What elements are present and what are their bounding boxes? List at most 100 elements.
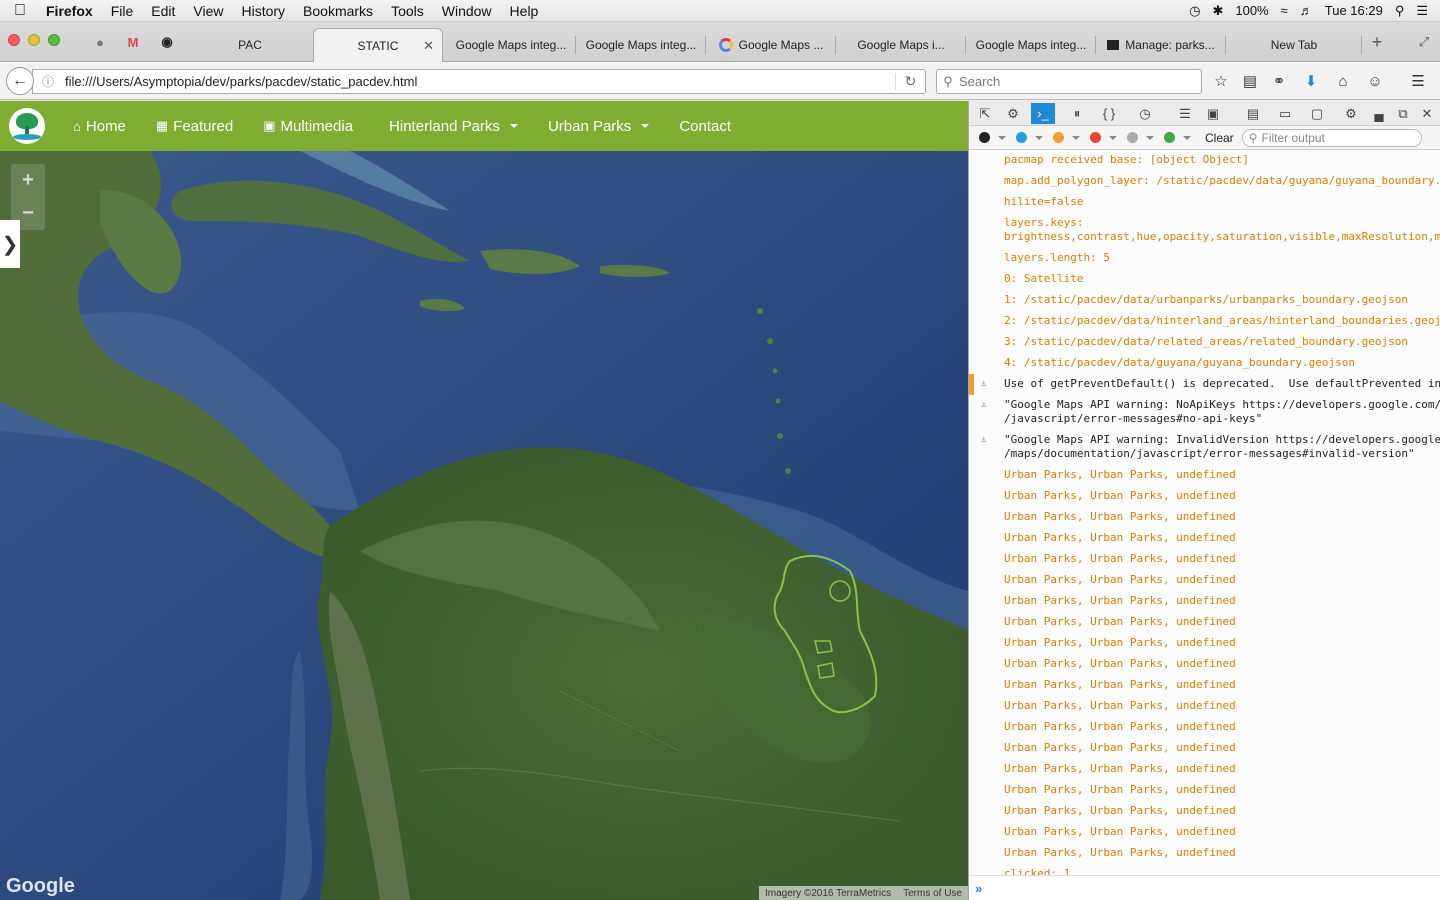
tab-google-maps-4[interactable]: Google Maps i...	[836, 28, 966, 62]
tab-manage-parks[interactable]: Manage: parks...	[1096, 28, 1226, 62]
console-line: Urban Parks, Urban Parks, undefined	[1004, 531, 1236, 544]
nav-hinterland-parks[interactable]: Hinterland Parks	[374, 118, 533, 135]
hello-icon[interactable]: ☺	[1365, 71, 1385, 91]
3d-view-icon[interactable]: ▭	[1273, 103, 1297, 124]
home-icon[interactable]: ⌂	[1333, 71, 1353, 91]
filter-css-icon[interactable]	[1016, 132, 1027, 143]
django-favicon-icon	[1107, 40, 1120, 50]
back-button[interactable]: ←	[6, 67, 34, 95]
close-window-button[interactable]	[8, 34, 20, 46]
wifi-icon[interactable]: ≈	[1281, 3, 1288, 18]
time-machine-icon[interactable]: ◷	[1189, 3, 1200, 19]
settings-gear-icon[interactable]: ⚙	[1339, 103, 1363, 124]
console-line: Urban Parks, Urban Parks, undefined	[1004, 720, 1236, 733]
console-line: Urban Parks, Urban Parks, undefined	[1004, 594, 1236, 607]
filter-output-input[interactable]: ⚲ Filter output	[1241, 128, 1422, 147]
url-bar[interactable]: ⓘ file:///Users/Asymptopia/dev/parks/pac…	[32, 69, 926, 94]
filter-net-icon[interactable]	[979, 132, 990, 143]
console-line: Urban Parks, Urban Parks, undefined	[1004, 825, 1236, 838]
nav-multimedia[interactable]: ▣ Multimedia	[248, 118, 368, 135]
pinned-tab-globe-icon[interactable]: ●	[91, 33, 109, 51]
volume-icon[interactable]: ♬	[1300, 3, 1313, 18]
dropdown-caret-icon[interactable]	[998, 135, 1006, 140]
style-editor-icon[interactable]: { }	[1097, 103, 1121, 124]
new-tab-plus-icon[interactable]: +	[1368, 32, 1386, 52]
dock-window-icon[interactable]: ⧉	[1391, 103, 1415, 124]
notification-center-icon[interactable]: ☰	[1416, 3, 1428, 19]
bookmarks-menu-icon[interactable]: ▤	[1240, 71, 1260, 91]
pocket-icon[interactable]: ⚭	[1269, 71, 1289, 91]
dropdown-caret-icon[interactable]	[1183, 135, 1191, 140]
pick-element-icon[interactable]: ⇱	[973, 103, 997, 124]
menu-view[interactable]: View	[184, 3, 232, 19]
nav-home[interactable]: ⌂ Home	[58, 118, 141, 135]
terms-of-use-link[interactable]: Terms of Use	[903, 888, 962, 899]
fullscreen-icon[interactable]: ⤢	[1415, 33, 1433, 51]
bluetooth-icon[interactable]: ✱	[1212, 3, 1223, 19]
info-icon[interactable]: ⓘ	[37, 73, 59, 90]
performance-icon[interactable]: ◷	[1133, 103, 1157, 124]
scratchpad-icon[interactable]: ▤	[1241, 103, 1265, 124]
clear-button[interactable]: Clear	[1205, 131, 1234, 145]
url-text[interactable]: file:///Users/Asymptopia/dev/parks/pacde…	[65, 74, 417, 89]
tab-google-maps-5[interactable]: Google Maps integ...	[966, 28, 1096, 62]
menu-bookmarks[interactable]: Bookmarks	[294, 3, 382, 19]
tab-google-maps-3[interactable]: Google Maps ...	[706, 28, 836, 62]
filter-logging-icon[interactable]	[1127, 132, 1138, 143]
dropdown-caret-icon[interactable]	[1072, 135, 1080, 140]
dock-bottom-icon[interactable]: ▄	[1367, 103, 1391, 124]
filter-placeholder: Filter output	[1261, 130, 1325, 145]
zoom-in-button[interactable]: +	[11, 164, 45, 197]
battery-percent[interactable]: 100%	[1235, 3, 1268, 18]
nav-featured[interactable]: ▦ Featured	[141, 118, 248, 135]
tab-static[interactable]: STATIC ✕	[313, 28, 443, 62]
filter-server-icon[interactable]	[1164, 132, 1175, 143]
filter-security-icon[interactable]	[1090, 132, 1101, 143]
nav-urban-parks[interactable]: Urban Parks	[533, 118, 664, 135]
bookmark-star-icon[interactable]: ☆	[1211, 71, 1231, 91]
console-output[interactable]: pacmap received base: [object Object] map…	[969, 150, 1440, 875]
menu-edit[interactable]: Edit	[142, 3, 184, 19]
satellite-map[interactable]: + − ❯ Google Imagery ©2016 TerraMetrics …	[0, 151, 968, 900]
tab-new-tab[interactable]: New Tab	[1226, 28, 1362, 62]
downloads-icon[interactable]: ⬇	[1301, 71, 1321, 91]
network-icon[interactable]: ☰	[1173, 103, 1197, 124]
apple-icon[interactable]: 	[0, 2, 40, 20]
devtools-panel: ⇱ ⚙ ›_ ⏸ { } ◷ ☰ ▣ ▤ ▭ ▢ ⚙ ▄ ⧉ ✕ Clear ⚲…	[968, 101, 1440, 900]
spotlight-icon[interactable]: ⚲	[1395, 3, 1405, 19]
tab-pac[interactable]: PAC	[186, 28, 314, 62]
dropdown-caret-icon[interactable]	[1146, 135, 1154, 140]
menu-app[interactable]: Firefox	[40, 3, 102, 19]
site-logo[interactable]	[9, 108, 45, 144]
dropdown-caret-icon[interactable]	[1035, 135, 1043, 140]
nav-contact[interactable]: Contact	[664, 118, 746, 135]
close-devtools-icon[interactable]: ✕	[1415, 103, 1439, 124]
dropdown-caret-icon[interactable]	[1109, 135, 1117, 140]
search-input[interactable]: ⚲ Search	[936, 69, 1202, 94]
menu-file[interactable]: File	[102, 3, 143, 19]
pinned-tab-github-icon[interactable]: ◉	[158, 33, 176, 51]
sidebar-toggle-button[interactable]: ❯	[0, 220, 20, 268]
minimize-window-button[interactable]	[28, 34, 40, 46]
menu-window[interactable]: Window	[433, 3, 501, 19]
menu-help[interactable]: Help	[501, 3, 548, 19]
filter-js-icon[interactable]	[1053, 132, 1064, 143]
zoom-window-button[interactable]	[48, 34, 60, 46]
nav-featured-label: Featured	[173, 117, 234, 135]
responsive-design-icon[interactable]: ▣	[1201, 103, 1225, 124]
console-input[interactable]: »	[969, 875, 1440, 900]
reload-icon[interactable]: ↻	[895, 73, 925, 90]
tab-google-maps-1[interactable]: Google Maps integ...	[446, 28, 576, 62]
close-tab-icon[interactable]: ✕	[423, 38, 434, 54]
prompt-chevrons-icon: »	[975, 880, 983, 896]
clock[interactable]: Tue 16:29	[1325, 3, 1383, 18]
inspector-icon[interactable]: ⚙	[1001, 103, 1025, 124]
debugger-icon[interactable]: ⏸	[1065, 103, 1089, 124]
screenshot-icon[interactable]: ▢	[1305, 103, 1329, 124]
hamburger-menu-icon[interactable]: ☰	[1408, 71, 1428, 91]
tab-google-maps-2[interactable]: Google Maps integ...	[576, 28, 706, 62]
menu-tools[interactable]: Tools	[382, 3, 433, 19]
menu-history[interactable]: History	[232, 3, 294, 19]
pinned-tab-gmail-icon[interactable]: M	[124, 33, 142, 51]
console-tab-icon[interactable]: ›_	[1031, 103, 1055, 124]
